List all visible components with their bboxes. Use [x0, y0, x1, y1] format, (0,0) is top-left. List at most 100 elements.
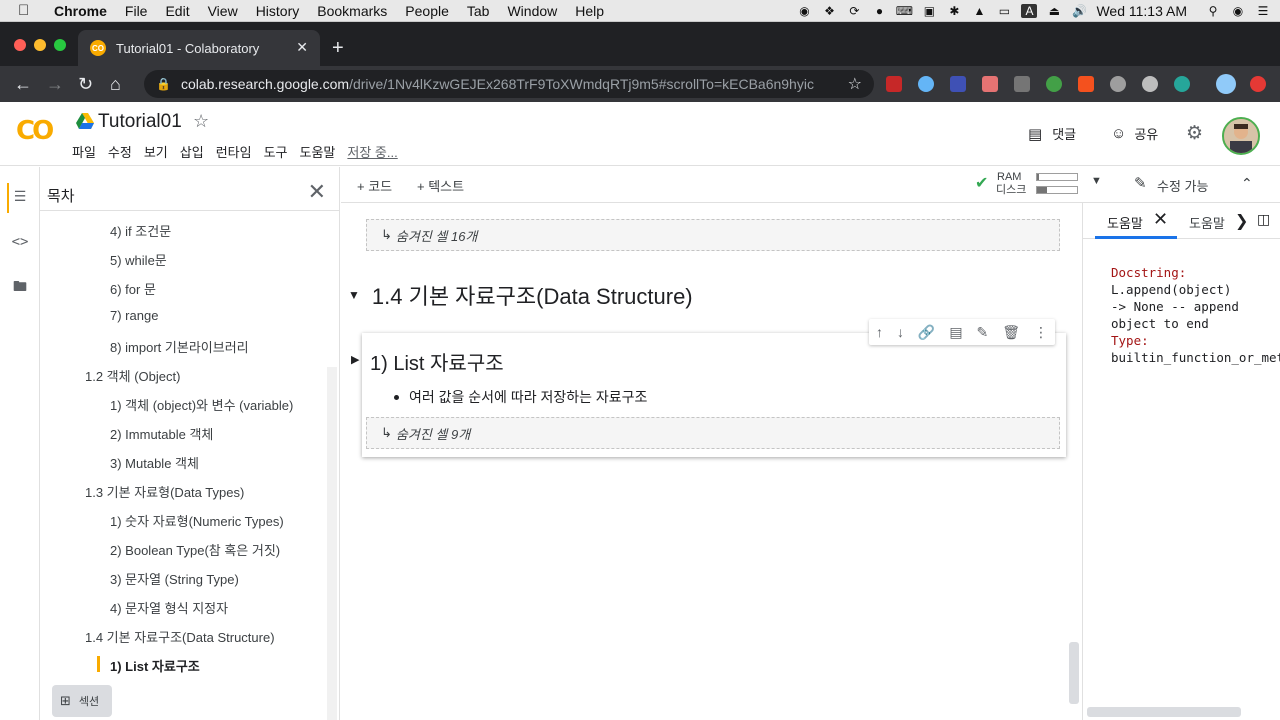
chat-icon[interactable]: ● [871, 4, 887, 18]
apple-icon[interactable]:  [18, 2, 36, 19]
window-zoom-button[interactable] [54, 39, 66, 51]
extension-orange-icon[interactable] [1078, 76, 1094, 92]
menu-edit-ko[interactable]: 수정 [108, 142, 132, 161]
toc-item[interactable]: 1.4 기본 자료구조(Data Structure) [85, 627, 275, 646]
toc-item[interactable]: 1.2 객체 (Object) [85, 366, 180, 385]
window-minimize-button[interactable] [34, 39, 46, 51]
expand-cell-icon[interactable]: ▶ [351, 353, 359, 366]
help-tab-second[interactable]: 도움말 [1189, 213, 1225, 232]
menu-help-ko[interactable]: 도움말 [300, 142, 336, 161]
wifi-icon[interactable]: ▲ [971, 4, 987, 18]
forward-icon[interactable]: → [46, 73, 64, 95]
menu-view-ko[interactable]: 보기 [144, 142, 168, 161]
menu-file-ko[interactable]: 파일 [72, 142, 96, 161]
chrome-update-icon[interactable] [1250, 76, 1266, 92]
reload-icon[interactable]: ↻ [78, 73, 93, 95]
extension-dropbox-icon[interactable] [918, 76, 934, 92]
toc-item[interactable]: 1) 객체 (object)와 변수 (variable) [110, 395, 293, 414]
menu-tab[interactable]: Tab [467, 3, 490, 19]
toc-item[interactable]: 5) while문 [110, 250, 167, 269]
share-button[interactable]: ☺ 공유 [1111, 124, 1158, 143]
volume-icon[interactable]: 🔊 [1071, 4, 1087, 18]
window-close-button[interactable] [14, 39, 26, 51]
help-horizontal-scrollbar[interactable] [1087, 707, 1241, 717]
hidden-cells-top[interactable]: ↳ 숨겨진 셀 16개 [366, 219, 1060, 251]
browser-tab[interactable]: CO Tutorial01 - Colaboratory ✕ [78, 30, 320, 66]
extension-circle-icon[interactable] [1142, 76, 1158, 92]
toc-item[interactable]: 1) List 자료구조 [110, 656, 200, 675]
menu-app-chrome[interactable]: Chrome [54, 3, 107, 19]
colab-logo[interactable]: CO [16, 116, 54, 146]
code-snippets-icon[interactable]: <> [8, 230, 32, 254]
extension-red-icon[interactable] [886, 76, 902, 92]
notebook-title[interactable]: Tutorial01 [98, 111, 182, 133]
saving-status[interactable]: 저장 중... [347, 142, 397, 161]
toc-item[interactable]: 4) if 조건문 [110, 221, 171, 240]
profile-avatar-icon[interactable] [1216, 74, 1236, 94]
toc-close-icon[interactable]: ✕ [308, 179, 326, 205]
resource-dropdown-icon[interactable]: ▼ [1091, 175, 1102, 187]
keyboard-icon[interactable]: ⌨ [896, 4, 913, 18]
link-icon[interactable]: 🔗 [918, 324, 935, 341]
notification-center-icon[interactable]: ☰ [1255, 4, 1271, 18]
toc-item[interactable]: 1) 숫자 자료형(Numeric Types) [110, 511, 284, 530]
more-options-icon[interactable]: ⋮ [1034, 324, 1048, 341]
edit-mode-label[interactable]: 수정 가능 [1157, 176, 1208, 195]
toc-item[interactable]: 8) import 기본라이브러리 [110, 337, 249, 356]
menu-view[interactable]: View [208, 3, 238, 19]
menu-edit[interactable]: Edit [165, 3, 189, 19]
add-code-button[interactable]: + 코드 [357, 176, 392, 195]
user-avatar[interactable] [1222, 117, 1260, 155]
help-tab-close-icon[interactable]: ✕ [1153, 209, 1168, 230]
menu-insert-ko[interactable]: 삽입 [180, 142, 204, 161]
dropbox-icon[interactable]: ❖ [821, 4, 837, 18]
extension-grammarly-icon[interactable] [1046, 76, 1062, 92]
table-of-contents-icon[interactable]: ☰ [8, 184, 32, 208]
menu-help[interactable]: Help [575, 3, 604, 19]
toc-scrollbar[interactable] [327, 367, 337, 720]
chevron-right-icon[interactable]: ❯ [1235, 211, 1248, 231]
record-icon[interactable]: ◉ [796, 4, 812, 18]
tab-close-icon[interactable]: ✕ [296, 39, 308, 56]
menu-window[interactable]: Window [507, 3, 557, 19]
menu-runtime-ko[interactable]: 런타임 [216, 142, 252, 161]
notebook-scrollbar[interactable] [1069, 642, 1079, 704]
bookmark-star-icon[interactable]: ☆ [848, 74, 862, 94]
bluetooth-icon[interactable]: ✱ [946, 4, 962, 18]
siri-icon[interactable]: ◉ [1230, 4, 1246, 18]
spotlight-search-icon[interactable]: ⚲ [1205, 4, 1221, 18]
move-up-icon[interactable]: ↑ [876, 324, 883, 340]
toc-item[interactable]: 2) Boolean Type(참 혹은 거짓) [110, 540, 280, 559]
toc-item[interactable]: 2) Immutable 객체 [110, 424, 213, 443]
menu-file[interactable]: File [125, 3, 148, 19]
toc-item[interactable]: 1.3 기본 자료형(Data Types) [85, 482, 244, 501]
settings-gear-icon[interactable]: ⚙ [1186, 122, 1203, 145]
menu-history[interactable]: History [256, 3, 300, 19]
toc-item[interactable]: 3) 문자열 (String Type) [110, 569, 239, 588]
clock[interactable]: Wed 11:13 AM [1096, 3, 1187, 19]
comment-icon[interactable]: ▤ [949, 324, 962, 341]
move-down-icon[interactable]: ↓ [897, 324, 904, 340]
extension-teal-icon[interactable] [1174, 76, 1190, 92]
extension-bulb-icon[interactable] [1110, 76, 1126, 92]
hidden-cells-in-cell[interactable]: ↳ 숨겨진 셀 9개 [366, 417, 1060, 449]
resource-monitor[interactable]: RAM 디스크 [977, 171, 1026, 197]
address-bar[interactable]: 🔒 colab.research.google.com/drive/1Nv4lK… [144, 70, 874, 98]
files-folder-icon[interactable]: 🖿 [8, 276, 32, 300]
extension-pdf-icon[interactable] [982, 76, 998, 92]
menu-tools-ko[interactable]: 도구 [264, 142, 288, 161]
menu-bookmarks[interactable]: Bookmarks [317, 3, 387, 19]
text-cell[interactable]: 1) List 자료구조 여러 값을 순서에 따라 저장하는 자료구조 ↳ 숨겨… [362, 333, 1066, 457]
edit-icon[interactable]: ✎ [977, 324, 989, 341]
eject-icon[interactable]: ⏏ [1046, 4, 1062, 18]
delete-icon[interactable]: 🗑 [1002, 324, 1020, 341]
add-text-button[interactable]: + 텍스트 [417, 176, 464, 195]
toc-item[interactable]: 6) for 문 [110, 279, 156, 298]
toc-item[interactable]: 7) range [110, 308, 158, 323]
new-tab-icon[interactable]: + [332, 38, 344, 58]
collapse-section-icon[interactable]: ▼ [348, 288, 360, 302]
extension-shield-icon[interactable] [950, 76, 966, 92]
add-section-button[interactable]: ⊞ 섹션 [52, 685, 112, 717]
sync-icon[interactable]: ⟳ [846, 4, 862, 18]
extension-gray-icon[interactable] [1014, 76, 1030, 92]
